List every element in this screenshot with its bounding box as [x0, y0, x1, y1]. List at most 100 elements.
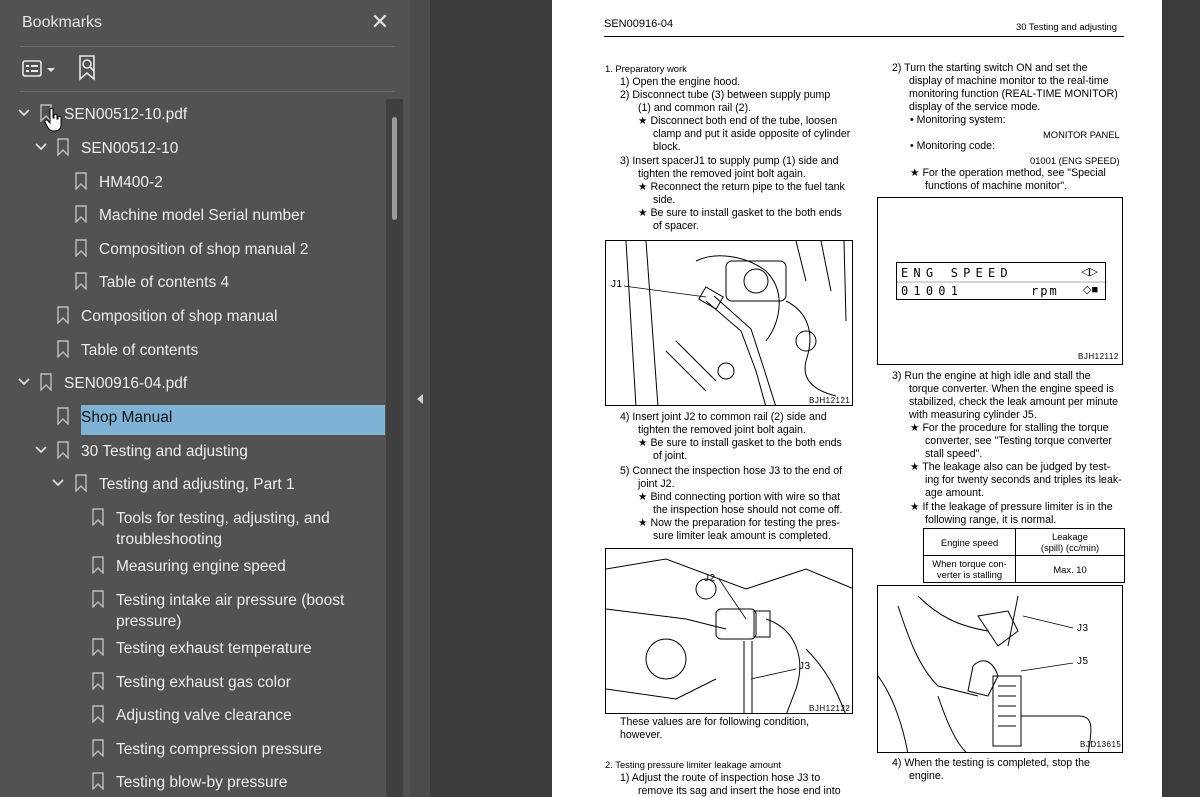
leakage-table: Engine speed Leakage (spill) (cc/min) Wh…	[923, 528, 1125, 583]
bookmark-row-testing-adjusting[interactable]: 30 Testing and adjusting	[0, 434, 385, 468]
figure-common-rail: J2 J3 BJH12122	[605, 548, 853, 714]
bookmark-label: Testing and adjusting, Part 1	[99, 476, 295, 493]
bookmarks-toolbar	[0, 47, 410, 91]
note-text: age amount.	[925, 487, 984, 499]
bookmark-row[interactable]: Tools for testing, adjusting, and troubl…	[0, 501, 385, 553]
bookmark-row[interactable]: Testing intake air pressure (boost press…	[0, 583, 385, 635]
bookmark-icon	[92, 739, 104, 757]
step-text: display of machine monitor to the real-t…	[909, 75, 1109, 87]
note-text: stall speed".	[925, 448, 983, 460]
chevron-down-icon[interactable]	[34, 443, 48, 457]
step-text: display of the service mode.	[909, 101, 1041, 113]
lcd-line-2: 01001	[901, 284, 964, 298]
bookmark-label: 30 Testing and adjusting	[81, 443, 248, 460]
bookmark-icon	[57, 340, 69, 358]
bookmark-search-icon	[79, 55, 95, 81]
bookmark-row-sen00512[interactable]: SEN00512-10	[0, 131, 385, 165]
bookmark-row[interactable]: Machine model Serial number	[0, 198, 385, 232]
bookmark-icon	[92, 590, 104, 608]
bookmark-label: SEN00512-10.pdf	[64, 106, 188, 123]
bookmark-row[interactable]: Testing exhaust gas color	[0, 665, 385, 699]
bookmark-icon	[92, 772, 104, 790]
step-text: 5) Connect the inspection hose J3 to the…	[620, 465, 843, 477]
step-text: tighten the removed joint bolt again.	[638, 168, 806, 180]
bookmarks-title: Bookmarks	[22, 14, 103, 31]
divider	[20, 91, 395, 92]
bookmark-label: Composition of shop manual 2	[99, 241, 309, 258]
step-text: monitoring function (REAL-TIME MONITOR)	[909, 88, 1118, 100]
note-text: ★ Reconnect the return pipe to the fuel …	[638, 181, 845, 193]
bookmark-row[interactable]: Testing blow-by pressure	[0, 765, 385, 797]
bookmark-label: Machine model Serial number	[99, 207, 305, 224]
bookmark-label: Composition of shop manual	[81, 308, 278, 325]
bookmark-label: Testing exhaust gas color	[116, 674, 291, 691]
bookmark-label: Shop Manual	[81, 409, 173, 426]
bookmark-row[interactable]: Composition of shop manual 2	[0, 232, 385, 266]
note-text: sure limiter leak amount is completed.	[653, 530, 831, 542]
chevron-down-icon[interactable]	[34, 140, 48, 154]
note-text: clamp and put it aside opposite of cylin…	[653, 128, 851, 140]
find-bookmark-button[interactable]	[76, 53, 102, 83]
chevron-down-icon[interactable]	[17, 375, 31, 389]
note-text: of joint.	[653, 450, 688, 462]
bookmark-row[interactable]: Composition of shop manual	[0, 299, 385, 333]
collapse-panel-icon[interactable]	[414, 392, 426, 406]
step-text: (1) and common rail (2).	[638, 102, 752, 114]
figure-caption: BJD13615	[1080, 740, 1122, 749]
common-rail-illustration	[606, 558, 852, 713]
bullet-text: • Monitoring system:	[910, 114, 1006, 126]
scrollbar-thumb[interactable]	[392, 117, 397, 220]
cylinder-illustration	[878, 595, 1092, 752]
bookmark-row[interactable]: Measuring engine speed	[0, 549, 385, 583]
bookmark-label: SEN00512-10	[81, 140, 179, 157]
figure-caption: BJH12122	[809, 704, 851, 713]
step-text: 4) When the testing is completed, stop t…	[892, 757, 1090, 769]
note-text: ★ If the leakage of pressure limiter is …	[910, 501, 1113, 513]
note-text: ing for twenty seconds and triples its l…	[925, 474, 1122, 486]
chevron-down-icon[interactable]	[17, 106, 31, 120]
bookmark-row-shop-manual[interactable]: Shop Manual	[0, 400, 385, 434]
bookmark-icon	[57, 306, 69, 324]
chevron-down-icon[interactable]	[51, 476, 65, 490]
bookmark-icon	[92, 508, 104, 526]
figure-label: J3	[799, 661, 811, 672]
bookmark-icon	[75, 272, 87, 290]
figure-monitor-display: ENG SPEED 01001 rpm ◁▷ ◇■ BJH12112	[877, 197, 1123, 365]
table-cell-line: When torque con-	[932, 558, 1007, 569]
note-text: ★ The leakage also can be judged by test…	[910, 461, 1111, 473]
bookmark-icon	[92, 672, 104, 690]
bookmark-row[interactable]: Table of contents 4	[0, 265, 385, 299]
close-icon[interactable]: ✕	[368, 10, 392, 34]
bookmark-row-sen00916-pdf[interactable]: SEN00916-04.pdf	[0, 366, 385, 400]
bookmark-label: Testing blow-by pressure	[116, 774, 288, 791]
step-text: torque converter. When the engine speed …	[909, 383, 1114, 395]
bookmark-icon	[57, 441, 69, 459]
note-text: ★ Bind connecting portion with wire so t…	[638, 491, 841, 503]
bookmark-label: Table of contents	[81, 342, 199, 359]
options-menu-button[interactable]	[20, 57, 62, 81]
bookmark-row[interactable]: Adjusting valve clearance	[0, 698, 385, 732]
bookmark-label: Testing exhaust temperature	[116, 640, 312, 657]
step-text: 3) Run the engine at high idle and stall…	[892, 370, 1091, 382]
note-text: converter, see "Testing torque converter	[925, 435, 1112, 447]
bookmark-row[interactable]: Testing compression pressure	[0, 732, 385, 766]
bookmark-icon	[92, 705, 104, 723]
table-cell-line: verter is stalling	[936, 569, 1003, 580]
bookmark-tree: SEN00512-10.pdf SEN00512-10 HM400-2 Mach…	[0, 97, 385, 797]
bookmark-row[interactable]: HM400-2	[0, 165, 385, 199]
bookmark-icon	[75, 172, 87, 190]
step-text: remove its sag and insert the hose end i…	[638, 785, 841, 797]
body-text: These values are for following condition…	[620, 716, 810, 728]
figure-measuring-cylinder: J3 J5 BJD13615	[877, 585, 1123, 753]
hand-cursor-icon	[44, 107, 62, 132]
bookmark-row[interactable]: Testing exhaust temperature	[0, 631, 385, 665]
bookmark-label: Testing intake air pressure (boost press…	[116, 592, 345, 630]
page-header-left: SEN00916-04	[604, 18, 674, 30]
step-text: engine.	[909, 770, 944, 782]
note-text: ★ For the operation method, see "Special	[910, 167, 1106, 179]
lcd-panel: ENG SPEED 01001 rpm ◁▷ ◇■	[896, 262, 1107, 300]
table-header: Engine speed	[923, 528, 1016, 556]
figure-label: J2	[704, 573, 716, 584]
bookmark-row-part-1[interactable]: Testing and adjusting, Part 1	[0, 467, 385, 501]
bookmark-row[interactable]: Table of contents	[0, 333, 385, 367]
